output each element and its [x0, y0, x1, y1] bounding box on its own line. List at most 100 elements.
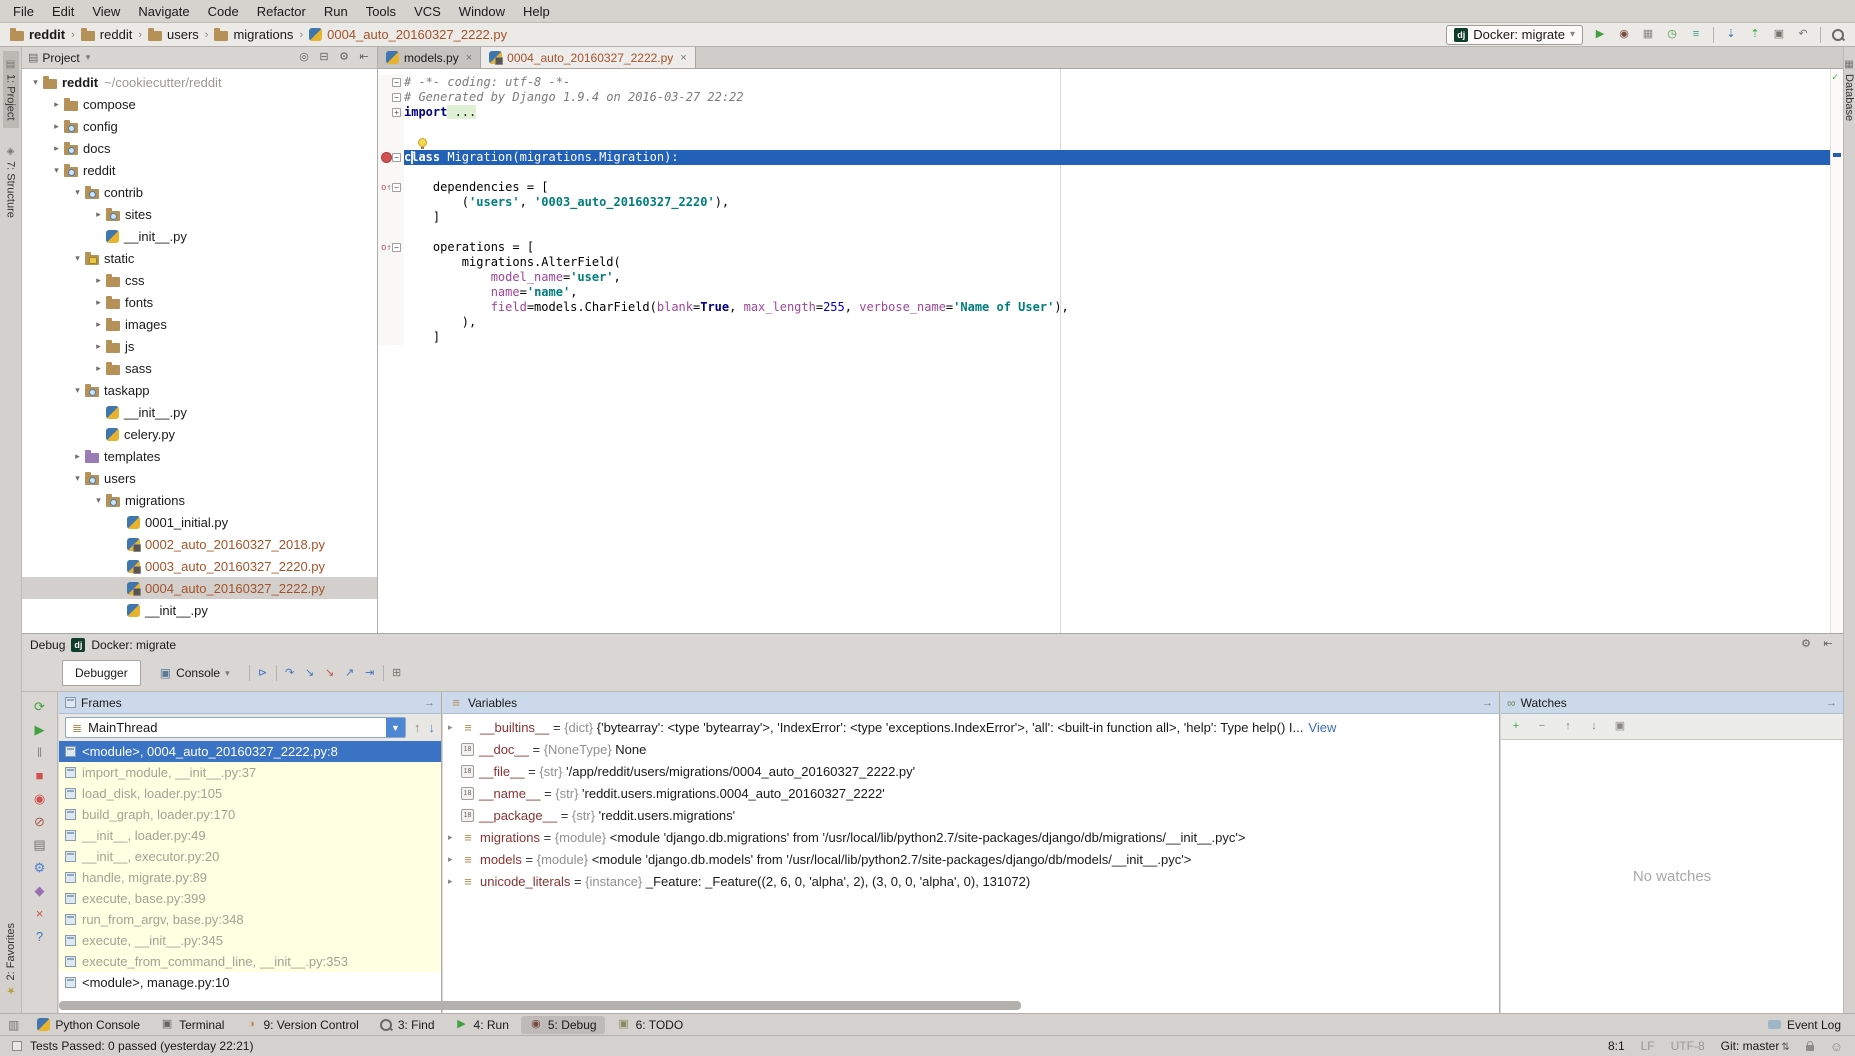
toolwindow-button--debug[interactable]: ◉5: Debug: [521, 1016, 605, 1034]
toolwindow-button--todo[interactable]: ▣6: TODO: [609, 1016, 692, 1034]
variable-row--builtins-[interactable]: ▸≡__builtins__ = {dict} {'bytearray': <t…: [443, 716, 1499, 738]
tree-item-migrations[interactable]: ▾migrations: [22, 489, 377, 511]
variable-row-models[interactable]: ▸≡models = {module} <module 'django.db.m…: [443, 848, 1499, 870]
tree-expand-icon[interactable]: ▾: [70, 187, 85, 198]
variable-row--package-[interactable]: 18__package__ = {str} 'reddit.users.migr…: [443, 804, 1499, 826]
float-panel-icon[interactable]: →: [1826, 697, 1837, 709]
debug-icon[interactable]: ◉: [1617, 28, 1631, 42]
duplicate-watch-icon[interactable]: ▣: [1613, 720, 1627, 734]
menu-refactor[interactable]: Refactor: [248, 1, 315, 22]
tree-item-reddit[interactable]: ▾reddit: [22, 159, 377, 181]
step-over-icon[interactable]: ↷: [283, 666, 297, 680]
hide-icon[interactable]: ⇤: [1821, 638, 1835, 652]
step-out-icon[interactable]: ↗: [343, 666, 357, 680]
menu-help[interactable]: Help: [514, 1, 559, 22]
event-log-button[interactable]: Event Log: [1768, 1018, 1847, 1032]
remove-watch-icon[interactable]: −: [1535, 720, 1549, 734]
tree-expand-icon[interactable]: ▸: [91, 297, 106, 308]
editor-tab-0004-auto-20160327-2222-py[interactable]: 0004_auto_20160327_2222.py×: [481, 47, 696, 68]
breadcrumb-item[interactable]: migrations: [214, 27, 293, 42]
tree-expand-icon[interactable]: ▸: [91, 275, 106, 286]
variable-row-unicode-literals[interactable]: ▸≡unicode_literals = {instance} _Feature…: [443, 870, 1499, 892]
debug-tab-console[interactable]: ▣Console▾: [147, 660, 243, 686]
editor-gutter[interactable]: −: [378, 75, 404, 90]
breadcrumb-item[interactable]: reddit: [81, 27, 133, 42]
fold-marker-icon[interactable]: −: [392, 183, 401, 192]
toolwindow-switcher-icon[interactable]: ▥: [8, 1018, 19, 1032]
fold-marker-icon[interactable]: −: [392, 243, 401, 252]
run-configuration-select[interactable]: dj Docker: migrate ▾: [1446, 25, 1583, 45]
toolwindow-button--run[interactable]: ▶4: Run: [447, 1016, 517, 1034]
tree-expand-icon[interactable]: ▾: [70, 473, 85, 484]
debug-tab-debugger[interactable]: Debugger: [62, 660, 141, 686]
editor-gutter[interactable]: −: [378, 90, 404, 105]
tree-expand-icon[interactable]: ▸: [49, 121, 64, 132]
tree-expand-icon[interactable]: ▸: [49, 143, 64, 154]
tree-item-0001-initial-py[interactable]: 0001_initial.py: [22, 511, 377, 533]
run-to-cursor-icon[interactable]: ⇥: [363, 666, 377, 680]
vcs-push-icon[interactable]: ⇡: [1748, 28, 1762, 42]
tree-item-0002-auto-20160327-2018-py[interactable]: 0002_auto_20160327_2018.py: [22, 533, 377, 555]
expand-icon[interactable]: ▸: [448, 832, 461, 843]
menu-window[interactable]: Window: [450, 1, 514, 22]
stack-frame[interactable]: <module>, manage.py:10: [59, 972, 441, 993]
undo-icon[interactable]: ↶: [1796, 28, 1810, 42]
tree-item-static[interactable]: ▾static: [22, 247, 377, 269]
horizontal-scrollbar[interactable]: [59, 1001, 1021, 1010]
close-icon[interactable]: ×: [680, 52, 686, 64]
editor-gutter[interactable]: o↑−: [378, 240, 404, 255]
tree-item-docs[interactable]: ▸docs: [22, 137, 377, 159]
tree-expand-icon[interactable]: ▸: [91, 341, 106, 352]
tree-expand-icon[interactable]: ▸: [91, 363, 106, 374]
editor-gutter[interactable]: [378, 210, 404, 225]
mute-breakpoints-icon[interactable]: ⊘: [32, 813, 48, 829]
stack-frame[interactable]: __init__, loader.py:49: [59, 825, 441, 846]
inspection-status-icon[interactable]: ✓: [1832, 72, 1838, 83]
evaluate-expression-icon[interactable]: ⊞: [390, 666, 404, 680]
toolwindow-button--version-control[interactable]: ◑9: Version Control: [236, 1016, 366, 1034]
breadcrumb-item[interactable]: reddit: [10, 27, 65, 42]
fold-marker-icon[interactable]: −: [392, 93, 401, 102]
vcs-update-icon[interactable]: ⇣: [1724, 28, 1738, 42]
force-step-into-icon[interactable]: ↘: [323, 666, 337, 680]
editor-gutter[interactable]: [378, 120, 404, 135]
tree-item-images[interactable]: ▸images: [22, 313, 377, 335]
variable-row--doc-[interactable]: 18__doc__ = {NoneType} None: [443, 738, 1499, 760]
tree-item-0004-auto-20160327-2222-py[interactable]: 0004_auto_20160327_2222.py: [22, 577, 377, 599]
menu-vcs[interactable]: VCS: [405, 1, 450, 22]
next-frame-icon[interactable]: ↓: [429, 720, 436, 735]
breakpoint-icon[interactable]: [381, 152, 392, 163]
tree-expand-icon[interactable]: ▾: [70, 253, 85, 264]
editor-gutter[interactable]: [378, 315, 404, 330]
toolwindow-button--favorites[interactable]: ★2: Favorites: [3, 915, 19, 1003]
locate-icon[interactable]: ◎: [297, 51, 311, 65]
tree-expand-icon[interactable]: ▸: [70, 451, 85, 462]
tree-item-reddit[interactable]: ▾reddit~/cookiecutter/reddit: [22, 71, 377, 93]
tree-item-js[interactable]: ▸js: [22, 335, 377, 357]
menu-edit[interactable]: Edit: [43, 1, 83, 22]
pin-icon[interactable]: ◆: [32, 882, 48, 898]
intention-bulb-icon[interactable]: [418, 138, 427, 147]
editor-gutter[interactable]: [378, 135, 404, 150]
status-widget-utf-8[interactable]: UTF-8: [1671, 1039, 1705, 1053]
toolwindow-button-database[interactable]: ▦Database: [1841, 51, 1855, 129]
add-watch-icon[interactable]: +: [1509, 720, 1523, 734]
variable-row-migrations[interactable]: ▸≡migrations = {module} <module 'django.…: [443, 826, 1499, 848]
stack-frame[interactable]: handle, migrate.py:89: [59, 867, 441, 888]
tree-item-config[interactable]: ▸config: [22, 115, 377, 137]
move-up-icon[interactable]: ↑: [1561, 720, 1575, 734]
editor-gutter[interactable]: [378, 300, 404, 315]
chevron-down-icon[interactable]: ▾: [86, 52, 91, 63]
editor-tab-models-py[interactable]: models.py×: [378, 47, 481, 68]
view-breakpoints-icon[interactable]: ◉: [32, 790, 48, 806]
toolwindow-button--structure[interactable]: ◈7: Structure: [3, 138, 19, 226]
editor-gutter[interactable]: +: [378, 105, 404, 120]
tree-item-0003-auto-20160327-2220-py[interactable]: 0003_auto_20160327_2220.py: [22, 555, 377, 577]
menu-tools[interactable]: Tools: [357, 1, 405, 22]
stack-frame[interactable]: execute_from_command_line, __init__.py:3…: [59, 951, 441, 972]
tree-item-users[interactable]: ▾users: [22, 467, 377, 489]
tree-item-sass[interactable]: ▸sass: [22, 357, 377, 379]
stack-frame[interactable]: import_module, __init__.py:37: [59, 762, 441, 783]
editor-gutter[interactable]: o↑−: [378, 180, 404, 195]
stack-frame[interactable]: execute, base.py:399: [59, 888, 441, 909]
